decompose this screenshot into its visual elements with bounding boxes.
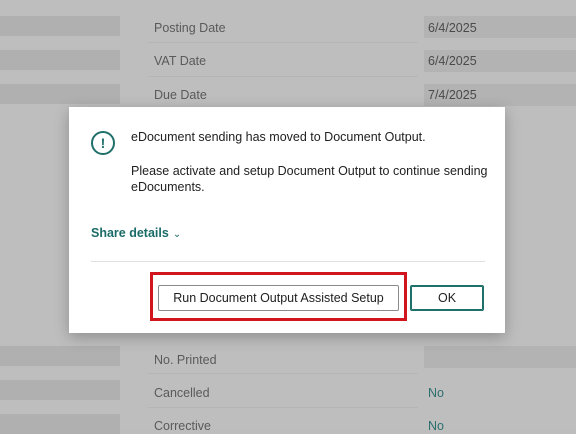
share-details-link[interactable]: Share details ⌄: [91, 226, 181, 240]
chevron-down-icon: ⌄: [172, 229, 182, 240]
due-date-value[interactable]: 7/4/2025: [428, 88, 477, 102]
share-details-label: Share details: [91, 226, 169, 240]
background-field-bar: [0, 380, 120, 400]
vat-date-value[interactable]: 6/4/2025: [428, 54, 477, 68]
background-field-bar: [0, 346, 120, 366]
background-field-bar: [0, 16, 120, 36]
info-icon: !: [91, 131, 115, 155]
background-value-box: [424, 346, 576, 368]
dialog-message-title: eDocument sending has moved to Document …: [131, 130, 426, 144]
no-printed-label: No. Printed: [154, 353, 217, 367]
posting-date-label: Posting Date: [154, 21, 226, 35]
corrective-value[interactable]: No: [428, 419, 444, 433]
field-separator: [148, 76, 418, 77]
field-separator: [148, 373, 418, 374]
dialog-divider: [91, 261, 485, 262]
background-field-bar: [0, 414, 120, 434]
due-date-label: Due Date: [154, 88, 207, 102]
posting-date-value[interactable]: 6/4/2025: [428, 21, 477, 35]
field-separator: [148, 42, 418, 43]
run-assisted-setup-button[interactable]: Run Document Output Assisted Setup: [158, 285, 399, 311]
background-field-bar: [0, 84, 120, 104]
cancelled-label: Cancelled: [154, 386, 210, 400]
corrective-label: Corrective: [154, 419, 211, 433]
background-field-bar: [0, 50, 120, 70]
cancelled-value[interactable]: No: [428, 386, 444, 400]
message-dialog: ! eDocument sending has moved to Documen…: [69, 107, 505, 333]
dialog-message-body: Please activate and setup Document Outpu…: [131, 164, 488, 194]
ok-button[interactable]: OK: [410, 285, 484, 311]
vat-date-label: VAT Date: [154, 54, 207, 68]
field-separator: [148, 407, 418, 408]
